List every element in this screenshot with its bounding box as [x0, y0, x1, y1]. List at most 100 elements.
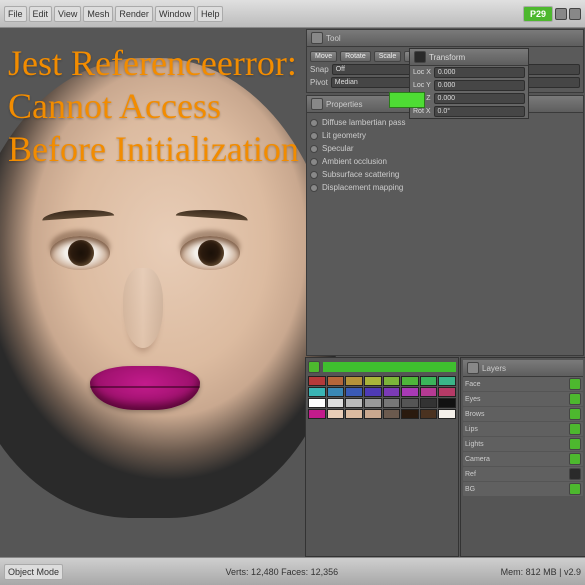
color-swatch[interactable] — [383, 376, 401, 386]
color-swatch[interactable] — [327, 387, 345, 397]
color-swatch[interactable] — [401, 387, 419, 397]
transform-panel-header[interactable]: Transform — [410, 49, 528, 66]
mesh-stats: Verts: 12,480 Faces: 12,356 — [226, 567, 339, 577]
loc-x-field[interactable]: 0.000 — [434, 67, 525, 78]
color-swatch[interactable] — [327, 409, 345, 419]
lower-panels: Layers Face Eyes Brows Lips Lights Camera RefB… — [305, 357, 585, 557]
menu-edit[interactable]: Edit — [29, 6, 53, 22]
layer-name: Lights — [465, 441, 484, 448]
color-swatch[interactable] — [308, 376, 326, 386]
dot-icon — [310, 119, 318, 127]
prop-row[interactable]: Displacement mapping — [310, 181, 580, 194]
prop-row[interactable]: Subsurface scattering — [310, 168, 580, 181]
prop-row[interactable]: Lit geometry — [310, 129, 580, 142]
eye-icon[interactable] — [569, 483, 581, 495]
color-swatch[interactable] — [438, 398, 456, 408]
color-swatch[interactable] — [345, 387, 363, 397]
color-swatch[interactable] — [327, 398, 345, 408]
color-swatch[interactable] — [308, 409, 326, 419]
color-swatch[interactable] — [345, 409, 363, 419]
color-swatch[interactable] — [364, 376, 382, 386]
color-swatch[interactable] — [345, 376, 363, 386]
rotate-button[interactable]: Rotate — [340, 51, 371, 62]
color-swatch[interactable] — [383, 387, 401, 397]
transform-panel[interactable]: Transform Loc X0.000 Loc Y0.000 Loc Z0.0… — [409, 48, 529, 119]
prop-label: Diffuse lambertian pass — [322, 118, 405, 127]
layer-row[interactable]: Camera — [463, 452, 583, 466]
layer-row[interactable]: BG — [463, 482, 583, 496]
dot-icon — [310, 158, 318, 166]
prop-row[interactable]: Specular — [310, 142, 580, 155]
iris-left — [68, 240, 94, 266]
menu-view[interactable]: View — [54, 6, 81, 22]
gear-icon[interactable] — [555, 8, 567, 20]
layer-row[interactable]: Eyes — [463, 392, 583, 406]
color-swatch[interactable] — [383, 398, 401, 408]
layer-row[interactable]: Ref — [463, 467, 583, 481]
layer-name: Brows — [465, 411, 484, 418]
color-swatch[interactable] — [438, 409, 456, 419]
color-swatch[interactable] — [420, 398, 438, 408]
move-button[interactable]: Move — [310, 51, 337, 62]
menu-help[interactable]: Help — [197, 6, 224, 22]
layer-name: Face — [465, 381, 481, 388]
active-marker[interactable] — [389, 92, 425, 108]
loc-z-field[interactable]: 0.000 — [434, 93, 525, 104]
menu-mesh[interactable]: Mesh — [83, 6, 113, 22]
brow-left — [42, 207, 114, 220]
dot-icon — [310, 145, 318, 153]
layers-panel-header[interactable]: Layers — [463, 360, 583, 377]
prop-label: Displacement mapping — [322, 183, 403, 192]
color-swatch[interactable] — [438, 376, 456, 386]
menu-file[interactable]: File — [4, 6, 27, 22]
color-swatch[interactable] — [401, 376, 419, 386]
layer-row[interactable]: Lights — [463, 437, 583, 451]
color-swatch[interactable] — [364, 387, 382, 397]
toolbar-badge[interactable]: P29 — [523, 6, 553, 22]
status-bar: Object Mode Verts: 12,480 Faces: 12,356 … — [0, 557, 585, 585]
panel-grip-icon[interactable] — [414, 51, 426, 63]
color-swatch[interactable] — [327, 376, 345, 386]
color-swatch[interactable] — [364, 409, 382, 419]
eye-icon[interactable] — [569, 378, 581, 390]
color-swatch[interactable] — [308, 398, 326, 408]
menu-render[interactable]: Render — [115, 6, 153, 22]
mode-indicator[interactable]: Object Mode — [4, 564, 63, 580]
eye-icon[interactable] — [569, 453, 581, 465]
color-swatch[interactable] — [420, 376, 438, 386]
color-swatch[interactable] — [383, 409, 401, 419]
color-swatch[interactable] — [420, 387, 438, 397]
color-swatch[interactable] — [401, 398, 419, 408]
layout-icon[interactable] — [569, 8, 581, 20]
eye-icon[interactable] — [569, 393, 581, 405]
tool-panel-header[interactable]: Tool — [307, 30, 583, 47]
palette-icon[interactable] — [308, 361, 320, 373]
color-swatch[interactable] — [364, 398, 382, 408]
layer-name: Camera — [465, 456, 490, 463]
layer-row[interactable]: Face — [463, 377, 583, 391]
color-swatch[interactable] — [308, 387, 326, 397]
tool-panel-title: Tool — [326, 34, 341, 43]
list-icon — [311, 98, 323, 110]
eye-icon[interactable] — [569, 468, 581, 480]
rot-x-field[interactable]: 0.0° — [434, 106, 525, 117]
active-swatch-bar[interactable] — [323, 362, 456, 372]
eye-icon[interactable] — [569, 408, 581, 420]
brow-right — [176, 207, 248, 220]
scale-button[interactable]: Scale — [374, 51, 402, 62]
color-swatch[interactable] — [438, 387, 456, 397]
dot-icon — [310, 184, 318, 192]
layer-row[interactable]: Lips — [463, 422, 583, 436]
eye-icon[interactable] — [569, 438, 581, 450]
color-swatch[interactable] — [420, 409, 438, 419]
color-swatch[interactable] — [345, 398, 363, 408]
eye-icon[interactable] — [569, 423, 581, 435]
color-swatch[interactable] — [401, 409, 419, 419]
loc-y-field[interactable]: 0.000 — [434, 80, 525, 91]
dot-icon — [310, 132, 318, 140]
menu-window[interactable]: Window — [155, 6, 195, 22]
layer-row[interactable]: Brows — [463, 407, 583, 421]
layers-icon — [467, 362, 479, 374]
title-line-3: Before Initialization — [8, 128, 299, 171]
prop-row[interactable]: Ambient occlusion — [310, 155, 580, 168]
